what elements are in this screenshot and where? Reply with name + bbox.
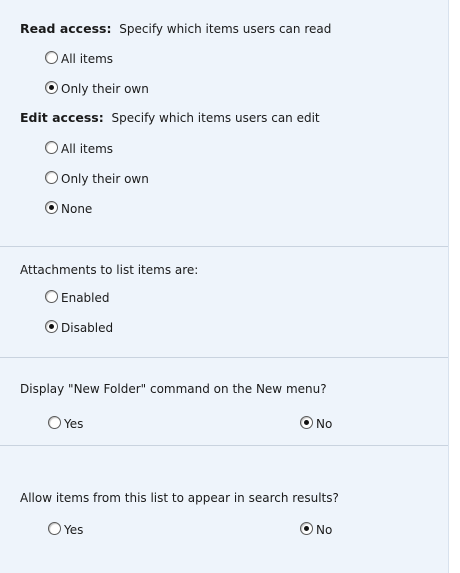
section-divider <box>0 357 448 358</box>
read-access-heading: Read access: Specify which items users c… <box>20 21 331 36</box>
search-yes-label: Yes <box>64 523 84 537</box>
read-access-all-items-radio[interactable] <box>45 51 58 64</box>
attachments-disabled-radio[interactable] <box>45 320 58 333</box>
search-yes-radio[interactable] <box>48 522 61 535</box>
attachments-enabled-label: Enabled <box>61 291 110 305</box>
read-access-only-own-radio[interactable] <box>45 81 58 94</box>
attachments-question: Attachments to list items are: <box>20 263 199 277</box>
list-settings-panel: Read access: Specify which items users c… <box>0 0 449 573</box>
edit-access-all-items-label: All items <box>61 142 114 156</box>
edit-access-heading: Edit access: Specify which items users c… <box>20 110 320 125</box>
new-folder-yes-label: Yes <box>64 417 84 431</box>
search-question: Allow items from this list to appear in … <box>20 491 339 505</box>
edit-access-description: Specify which items users can edit <box>111 111 320 125</box>
section-divider <box>0 246 448 247</box>
attachments-disabled-label: Disabled <box>61 321 114 335</box>
new-folder-no-label: No <box>316 417 333 431</box>
new-folder-question: Display "New Folder" command on the New … <box>20 382 327 396</box>
attachments-enabled-radio[interactable] <box>45 290 58 303</box>
edit-access-label: Edit access: <box>20 110 104 125</box>
read-access-only-own-label: Only their own <box>61 82 149 96</box>
read-access-description: Specify which items users can read <box>119 22 332 36</box>
edit-access-only-own-radio[interactable] <box>45 171 58 184</box>
new-folder-no-radio[interactable] <box>300 416 313 429</box>
edit-access-none-radio[interactable] <box>45 201 58 214</box>
edit-access-all-items-radio[interactable] <box>45 141 58 154</box>
edit-access-none-label: None <box>61 202 93 216</box>
search-no-label: No <box>316 523 333 537</box>
search-no-radio[interactable] <box>300 522 313 535</box>
section-divider <box>0 445 448 446</box>
read-access-all-items-label: All items <box>61 52 114 66</box>
read-access-label: Read access: <box>20 21 112 36</box>
new-folder-yes-radio[interactable] <box>48 416 61 429</box>
edit-access-only-own-label: Only their own <box>61 172 149 186</box>
